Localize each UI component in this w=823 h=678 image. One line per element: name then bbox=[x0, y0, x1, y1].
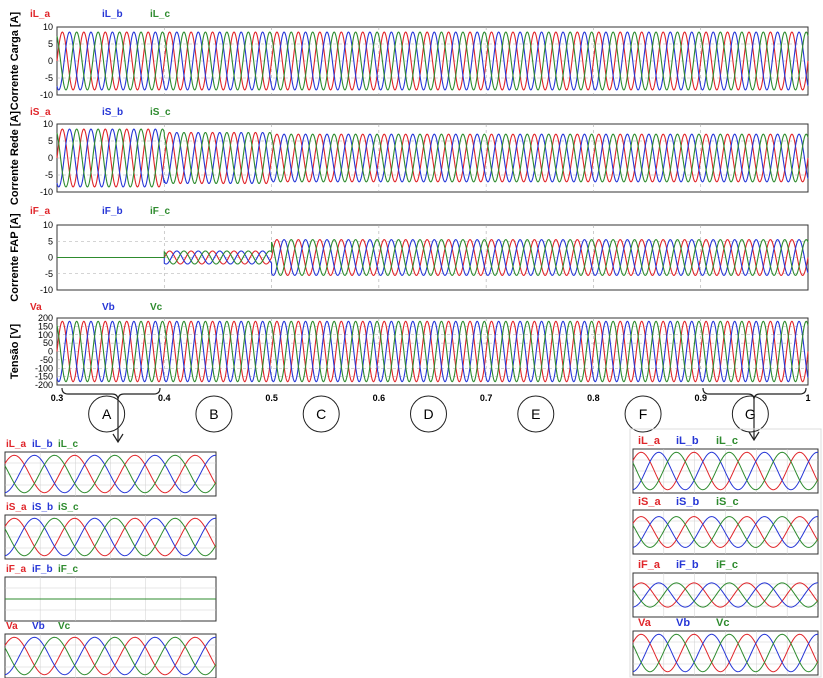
legend-label: iL_b bbox=[102, 9, 123, 20]
zoom-legend-label: iS_a bbox=[638, 496, 662, 508]
legend-label: iS_c bbox=[150, 107, 171, 118]
zoom-legend-label: iF_a bbox=[638, 559, 661, 571]
period-label: D bbox=[423, 406, 433, 422]
x-tick-label: 0.5 bbox=[265, 393, 278, 403]
x-tick-label: 0.8 bbox=[587, 393, 600, 403]
period-label: F bbox=[639, 406, 648, 422]
legend-label: iS_b bbox=[102, 107, 123, 118]
zoom-legend-label: iL_a bbox=[638, 435, 661, 447]
zoom-legend-label: iS_b bbox=[32, 502, 53, 513]
y-tick-label: -10 bbox=[40, 285, 53, 295]
period-label: B bbox=[209, 406, 218, 422]
period-label: E bbox=[531, 406, 540, 422]
legend-label: iF_c bbox=[150, 206, 170, 217]
y-tick-label: -5 bbox=[45, 269, 53, 279]
x-tick-label: 0.7 bbox=[480, 393, 493, 403]
y-tick-label: -5 bbox=[45, 170, 53, 180]
zoom-legend-label: iS_a bbox=[6, 502, 27, 513]
x-tick-label: 0.6 bbox=[373, 393, 386, 403]
y-tick-label: 10 bbox=[43, 22, 53, 32]
legend-label: iL_c bbox=[150, 9, 170, 20]
zoom-legend-label: iL_b bbox=[32, 439, 53, 450]
y-tick-label: -5 bbox=[45, 73, 53, 83]
zoom-legend-label: Vb bbox=[676, 617, 690, 629]
y-tick-label: 10 bbox=[43, 119, 53, 129]
legend-label: Vc bbox=[150, 302, 163, 313]
zoom-legend-label: iL_a bbox=[6, 439, 26, 450]
legend-label: Va bbox=[30, 302, 42, 313]
y-tick-label: 5 bbox=[48, 39, 53, 49]
y-tick-label: 0 bbox=[48, 56, 53, 66]
x-tick-label: 0.4 bbox=[158, 393, 171, 403]
y-tick-label: 5 bbox=[48, 136, 53, 146]
x-tick-label: 0.9 bbox=[694, 393, 707, 403]
zoom-legend-label: iF_c bbox=[58, 564, 78, 575]
zoom-legend-label: Va bbox=[638, 617, 652, 629]
legend-label: iS_a bbox=[30, 107, 51, 118]
zoom-legend-label: iL_c bbox=[58, 439, 78, 450]
y-tick-label: -10 bbox=[40, 187, 53, 197]
y-axis-label: Tensão [V] bbox=[9, 323, 21, 379]
y-tick-label: 0 bbox=[48, 253, 53, 263]
y-tick-label: 0 bbox=[48, 153, 53, 163]
y-axis-label: Corrente Rede [A] bbox=[9, 111, 21, 205]
legend-label: iF_b bbox=[102, 206, 123, 217]
period-label: C bbox=[316, 406, 326, 422]
zoom-legend-label: Vb bbox=[32, 621, 45, 632]
y-tick-label: -10 bbox=[40, 90, 53, 100]
x-tick-label: 1 bbox=[805, 393, 810, 403]
y-tick-label: -200 bbox=[35, 380, 53, 390]
zoom-legend-label: Va bbox=[6, 621, 18, 632]
harmonic-filter-figure: 1050-5-10iL_a iL_b iL_cCorrente Carga [A]1… bbox=[4, 9, 822, 678]
zoom-legend-label: iF_a bbox=[6, 564, 26, 575]
zoom-legend-label: iS_c bbox=[58, 502, 79, 513]
zoom-legend-label: iS_c bbox=[716, 496, 739, 508]
legend-label: iL_a bbox=[30, 9, 50, 20]
zoom-legend-label: iF_c bbox=[716, 559, 738, 571]
zoom-legend-label: Vc bbox=[716, 617, 729, 629]
y-tick-label: 5 bbox=[48, 236, 53, 246]
period-label: A bbox=[102, 406, 112, 422]
y-tick-label: 10 bbox=[43, 220, 53, 230]
zoom-legend-label: iL_b bbox=[676, 435, 699, 447]
y-axis-label: Corrente Carga [A] bbox=[9, 11, 21, 110]
zoom-legend-label: Vc bbox=[58, 621, 71, 632]
zoom-legend-label: iF_b bbox=[676, 559, 699, 571]
legend-label: iF_a bbox=[30, 206, 50, 217]
zoom-legend-label: iL_c bbox=[716, 435, 738, 447]
zoom-legend-label: iS_b bbox=[676, 496, 700, 508]
x-tick-label: 0.3 bbox=[51, 393, 64, 403]
zoom-legend-label: iF_b bbox=[32, 564, 53, 575]
period-brace bbox=[702, 387, 807, 401]
y-axis-label: Corrente FAP [A] bbox=[9, 213, 21, 302]
legend-label: Vb bbox=[102, 302, 115, 313]
